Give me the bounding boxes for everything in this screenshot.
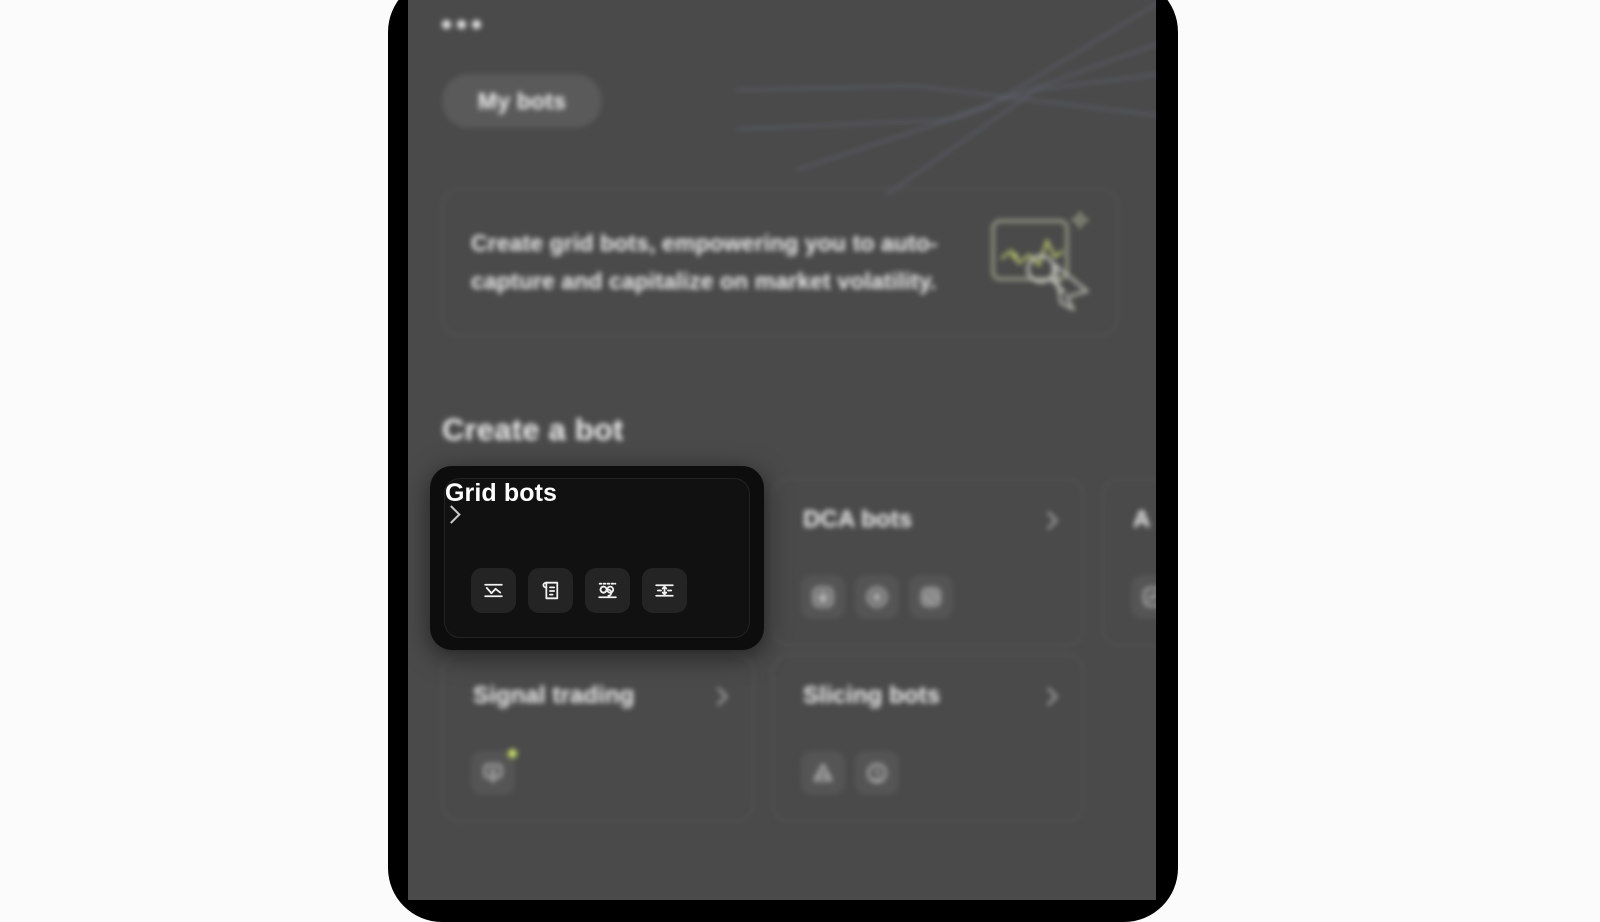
- card-icon-row: [801, 575, 953, 619]
- futures-grid-icon[interactable]: [528, 568, 573, 613]
- card-header: Signal trading: [473, 682, 729, 710]
- chevron-right-icon: [1039, 686, 1058, 706]
- card-header: Grid bots: [442, 479, 749, 524]
- smart-dca-icon[interactable]: [909, 575, 953, 619]
- card-header: A: [1133, 506, 1156, 534]
- dot: [442, 20, 451, 29]
- screenshot-stage: My bots Create grid bots, empowering you…: [0, 0, 1600, 922]
- card-signal-trading[interactable]: Signal trading: [442, 654, 754, 822]
- card-icon-row: [1131, 575, 1156, 619]
- create-a-bot-heading: Create a bot: [442, 412, 624, 447]
- moving-grid-icon[interactable]: [642, 568, 687, 613]
- chart-magnifier-illustration: [991, 210, 1090, 311]
- iceberg-icon[interactable]: [855, 751, 899, 795]
- spot-dca-icon[interactable]: [801, 575, 845, 619]
- twap-icon[interactable]: [801, 751, 845, 795]
- spot-grid-icon[interactable]: [471, 568, 516, 613]
- promo-banner-text: Create grid bots, empowering you to auto…: [471, 230, 938, 294]
- signal-bot-icon[interactable]: [471, 749, 517, 795]
- phone-screen: My bots Create grid bots, empowering you…: [408, 0, 1156, 900]
- card-title: Grid bots: [445, 479, 558, 507]
- my-bots-button[interactable]: My bots: [442, 74, 602, 128]
- card-title: Slicing bots: [803, 682, 941, 709]
- algo-icon[interactable]: [1131, 575, 1156, 619]
- card-header: Slicing bots: [803, 682, 1059, 710]
- background-streaks-decoration: [736, 3, 1156, 196]
- card-title: Signal trading: [473, 682, 635, 709]
- card-header: DCA bots: [803, 506, 1059, 534]
- card-grid-bots[interactable]: Grid bots: [442, 478, 750, 638]
- card-title: A: [1133, 506, 1151, 533]
- background-content: My bots Create grid bots, empowering you…: [408, 0, 1156, 900]
- card-icon-row: [801, 751, 899, 795]
- card-dca-bots[interactable]: DCA bots: [772, 478, 1084, 646]
- dot: [472, 20, 481, 29]
- chevron-right-icon: [709, 686, 728, 706]
- new-badge-dot: [508, 749, 517, 758]
- futures-dca-icon[interactable]: [855, 575, 899, 619]
- infinity-grid-icon[interactable]: [585, 568, 630, 613]
- grid-bots-promo-banner[interactable]: Create grid bots, empowering you to auto…: [442, 188, 1118, 336]
- chevron-right-icon: [442, 505, 461, 524]
- my-bots-label: My bots: [477, 87, 567, 114]
- card-icon-row: [471, 568, 687, 613]
- card-algo-bots[interactable]: A: [1102, 478, 1156, 646]
- dot: [457, 20, 466, 29]
- card-slicing-bots[interactable]: Slicing bots: [772, 654, 1084, 822]
- ellipsis-menu-icon[interactable]: [442, 20, 481, 29]
- card-icon-row: [471, 749, 517, 795]
- card-title: DCA bots: [803, 506, 913, 533]
- grid-bots-spotlight-container: Grid bots: [430, 466, 764, 650]
- chevron-right-icon: [1039, 510, 1058, 530]
